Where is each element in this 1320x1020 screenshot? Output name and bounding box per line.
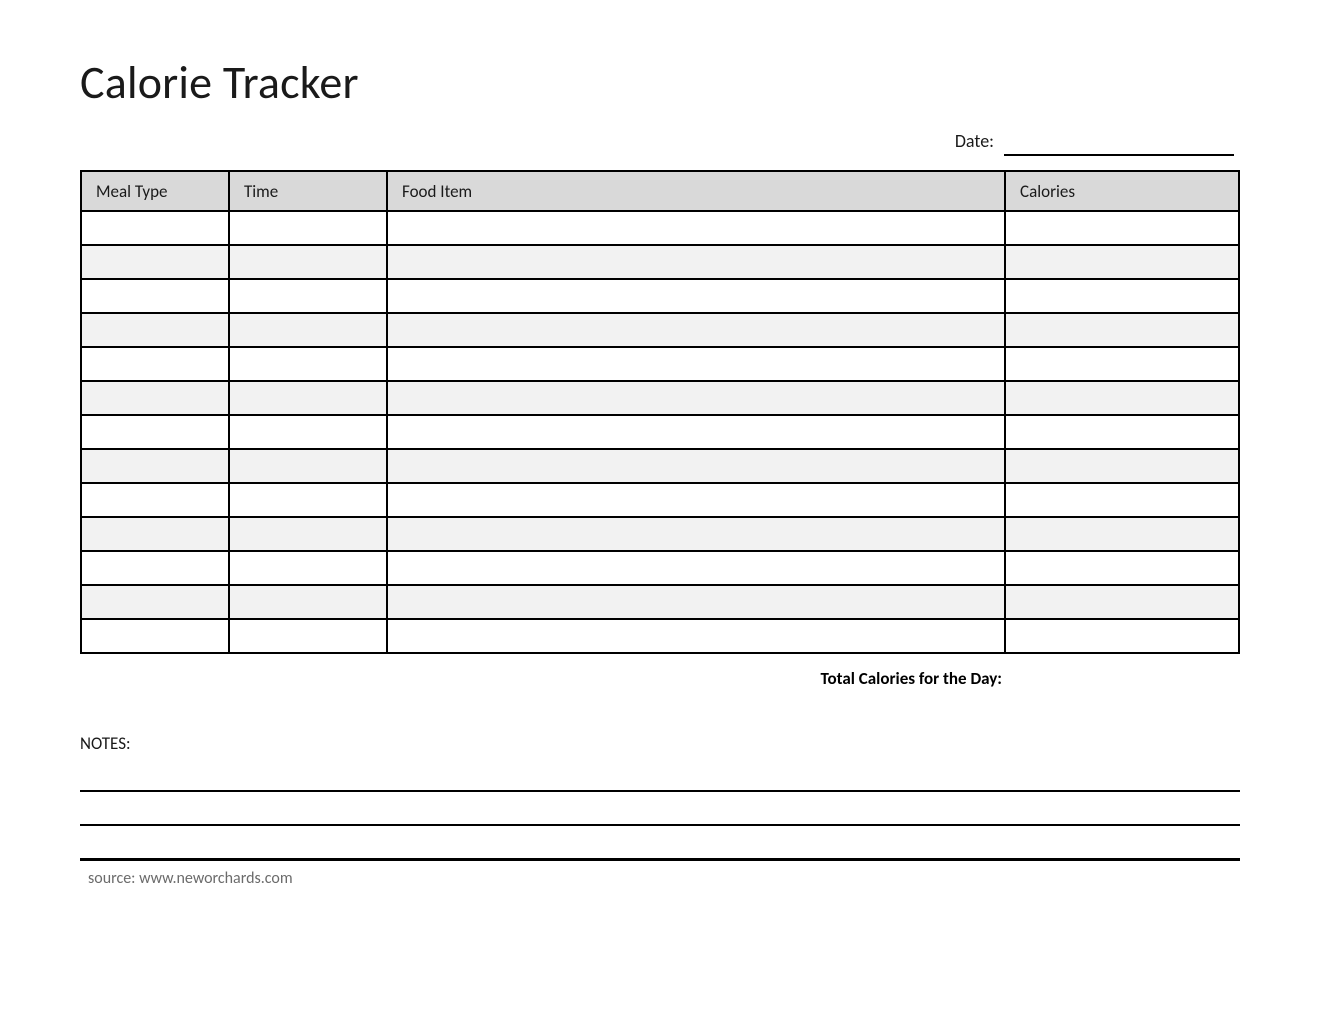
cell-time[interactable] (229, 347, 387, 381)
cell-food-item[interactable] (387, 211, 1005, 245)
cell-time[interactable] (229, 551, 387, 585)
cell-food-item[interactable] (387, 551, 1005, 585)
table-row (81, 619, 1239, 653)
table-row (81, 585, 1239, 619)
cell-food-item[interactable] (387, 415, 1005, 449)
cell-meal-type[interactable] (81, 585, 229, 619)
cell-food-item[interactable] (387, 449, 1005, 483)
cell-food-item[interactable] (387, 483, 1005, 517)
cell-meal-type[interactable] (81, 313, 229, 347)
cell-food-item[interactable] (387, 517, 1005, 551)
table-row (81, 245, 1239, 279)
cell-food-item[interactable] (387, 347, 1005, 381)
notes-line (80, 858, 1240, 861)
cell-time[interactable] (229, 245, 387, 279)
col-header-meal-type: Meal Type (81, 171, 229, 211)
calorie-table: Meal Type Time Food Item Calories (80, 170, 1240, 654)
table-row (81, 211, 1239, 245)
cell-meal-type[interactable] (81, 551, 229, 585)
date-label: Date: (955, 130, 994, 152)
cell-meal-type[interactable] (81, 517, 229, 551)
cell-calories[interactable] (1005, 551, 1239, 585)
cell-time[interactable] (229, 313, 387, 347)
table-row (81, 551, 1239, 585)
cell-meal-type[interactable] (81, 381, 229, 415)
cell-meal-type[interactable] (81, 415, 229, 449)
cell-calories[interactable] (1005, 415, 1239, 449)
cell-food-item[interactable] (387, 619, 1005, 653)
cell-time[interactable] (229, 449, 387, 483)
cell-meal-type[interactable] (81, 347, 229, 381)
cell-meal-type[interactable] (81, 211, 229, 245)
cell-calories[interactable] (1005, 245, 1239, 279)
date-row: Date: (80, 129, 1240, 156)
page-title: Calorie Tracker (80, 55, 1240, 111)
cell-calories[interactable] (1005, 483, 1239, 517)
table-row (81, 279, 1239, 313)
table-row (81, 517, 1239, 551)
cell-meal-type[interactable] (81, 619, 229, 653)
table-row (81, 313, 1239, 347)
total-calories-label: Total Calories for the Day: (80, 668, 1240, 689)
cell-time[interactable] (229, 585, 387, 619)
cell-time[interactable] (229, 619, 387, 653)
cell-calories[interactable] (1005, 279, 1239, 313)
cell-meal-type[interactable] (81, 279, 229, 313)
notes-line (80, 824, 1240, 826)
cell-meal-type[interactable] (81, 245, 229, 279)
cell-calories[interactable] (1005, 517, 1239, 551)
table-header-row: Meal Type Time Food Item Calories (81, 171, 1239, 211)
cell-food-item[interactable] (387, 313, 1005, 347)
cell-food-item[interactable] (387, 245, 1005, 279)
cell-calories[interactable] (1005, 347, 1239, 381)
cell-time[interactable] (229, 279, 387, 313)
notes-line (80, 790, 1240, 792)
cell-calories[interactable] (1005, 449, 1239, 483)
cell-time[interactable] (229, 211, 387, 245)
cell-food-item[interactable] (387, 279, 1005, 313)
cell-time[interactable] (229, 483, 387, 517)
table-row (81, 381, 1239, 415)
notes-section: NOTES: source: www.neworchards.com (80, 733, 1240, 888)
cell-time[interactable] (229, 517, 387, 551)
cell-calories[interactable] (1005, 619, 1239, 653)
table-body (81, 211, 1239, 653)
table-row (81, 483, 1239, 517)
cell-food-item[interactable] (387, 585, 1005, 619)
cell-food-item[interactable] (387, 381, 1005, 415)
col-header-calories: Calories (1005, 171, 1239, 211)
table-row (81, 449, 1239, 483)
table-row (81, 347, 1239, 381)
table-row (81, 415, 1239, 449)
col-header-time: Time (229, 171, 387, 211)
cell-time[interactable] (229, 415, 387, 449)
notes-label: NOTES: (80, 733, 1240, 754)
cell-calories[interactable] (1005, 585, 1239, 619)
source-text: source: www.neworchards.com (80, 869, 1240, 888)
cell-meal-type[interactable] (81, 449, 229, 483)
col-header-food-item: Food Item (387, 171, 1005, 211)
cell-calories[interactable] (1005, 313, 1239, 347)
cell-calories[interactable] (1005, 211, 1239, 245)
cell-meal-type[interactable] (81, 483, 229, 517)
date-input[interactable] (1004, 129, 1234, 156)
cell-calories[interactable] (1005, 381, 1239, 415)
cell-time[interactable] (229, 381, 387, 415)
